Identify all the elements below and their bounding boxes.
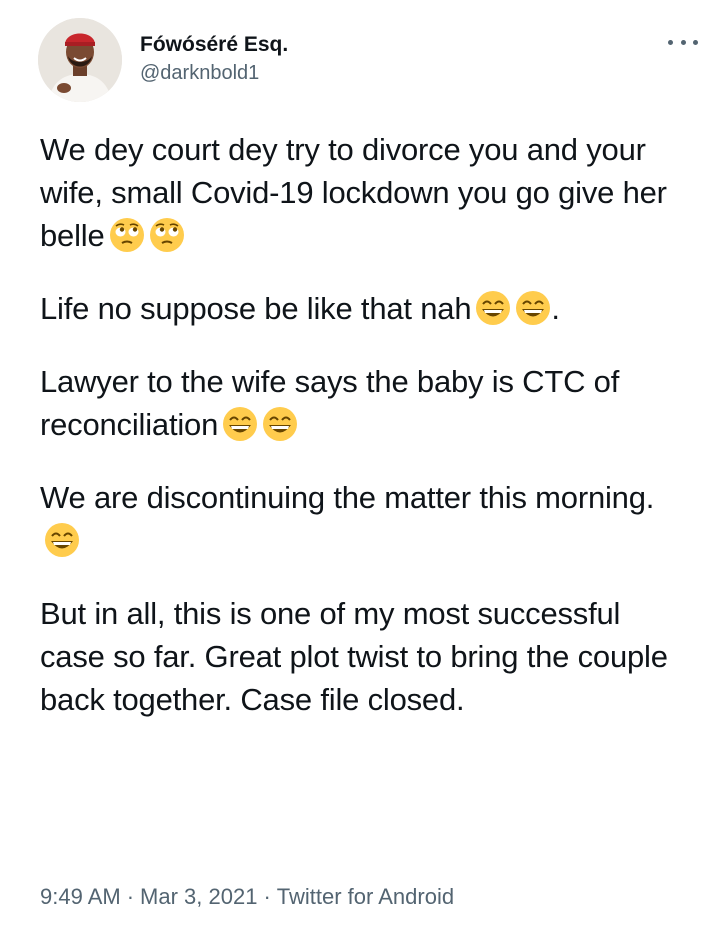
paragraph-text: But in all, this is one of my most succe… [40,596,668,717]
tweet: Fówóséré Esq. @darknbold1 We dey court d… [0,0,722,945]
author-display-name[interactable]: Fówóséré Esq. [140,32,288,58]
face-with-rolling-eyes-icon [149,218,184,252]
grinning-face-with-smiling-eyes-icon [516,291,551,325]
author-names: Fówóséré Esq. @darknbold1 [140,32,288,86]
paragraph-text: Life no suppose be like that nah [40,291,472,326]
tweet-source[interactable]: Twitter for Android [277,884,454,909]
grinning-face-with-smiling-eyes-icon [223,407,258,441]
tweet-paragraph: But in all, this is one of my most succe… [40,592,690,721]
meta-separator: · [263,884,271,909]
grinning-face-with-smiling-eyes-icon [45,523,79,557]
tweet-date[interactable]: Mar 3, 2021 [140,884,257,909]
author-handle[interactable]: @darknbold1 [140,60,288,86]
more-options-icon[interactable] [668,32,698,52]
paragraph-text: Lawyer to the wife says the baby is CTC … [40,364,620,442]
meta-separator: · [126,884,135,909]
grinning-face-with-smiling-eyes-icon [476,291,511,325]
avatar-image [38,18,122,102]
paragraph-suffix: . [551,291,560,326]
tweet-text: We dey court dey try to divorce you and … [40,128,690,751]
tweet-time[interactable]: 9:49 AM [40,884,121,909]
dot [693,39,698,45]
avatar[interactable] [38,18,122,102]
tweet-paragraph: We dey court dey try to divorce you and … [40,128,690,257]
tweet-paragraph: We are discontinuing the matter this mor… [40,476,690,562]
tweet-meta: 9:49 AM · Mar 3, 2021 · Twitter for Android [40,884,454,910]
dot [680,39,686,45]
tweet-paragraph: Life no suppose be like that nah. [40,287,690,330]
dot [668,39,673,45]
face-with-rolling-eyes-icon [109,218,144,252]
paragraph-text: We are discontinuing the matter this mor… [40,480,655,515]
tweet-header: Fówóséré Esq. @darknbold1 [38,18,698,104]
grinning-face-with-smiling-eyes-icon [263,407,298,441]
tweet-paragraph: Lawyer to the wife says the baby is CTC … [40,360,690,446]
